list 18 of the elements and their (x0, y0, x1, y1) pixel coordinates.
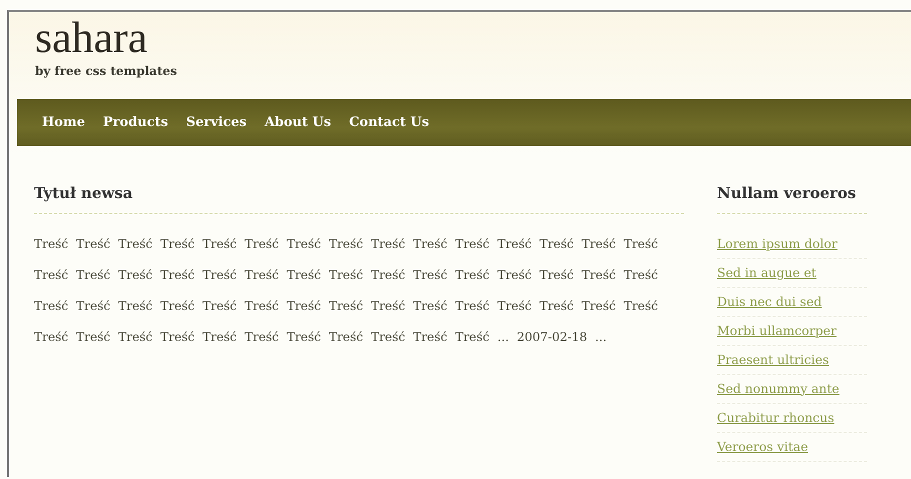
sidebar-link[interactable]: Duis nec dui sed (717, 288, 867, 316)
nav-link[interactable]: Contact Us (340, 112, 438, 132)
sidebar-link[interactable]: Sed in augue et (717, 258, 867, 288)
nav-link[interactable]: Home (33, 112, 94, 132)
site-title: sahara (35, 16, 148, 60)
sidebar-link[interactable]: Sed nonummy ante (717, 374, 867, 404)
sidebar-link[interactable]: Praesent ultricies (717, 346, 867, 374)
sidebar-heading: Nullam veroeros (717, 182, 867, 214)
nav-link[interactable]: Services (177, 112, 256, 132)
sidebar-link[interactable]: Veroeros vitae (717, 432, 867, 462)
nav-link[interactable]: Products (94, 112, 178, 132)
post-title: Tytuł newsa (34, 182, 684, 214)
sidebar-link[interactable]: Curabitur rhoncus (717, 404, 867, 432)
sidebar-link[interactable]: Lorem ipsum dolor (717, 230, 867, 258)
post-body: Treść Treść Treść Treść Treść Treść Treść Treść Treść Treść Treść Treść Treść Treść Treść Treść Treść Treść Treść Treść Treść Treść Treść Treść Treść Treść Treść Treść Treść Treść Treść Treść Treść Treść Treść Treść Treść Treść Treść Treść Treść Treść Treść Treść Treść Treść Treść Treść Treść Treść Treść Treść Treść Treść Treść Treść ... 2007-02-18 ... (34, 236, 659, 346)
nav-link[interactable]: About Us (256, 112, 340, 132)
sidebar-link[interactable]: Morbi ullamcorper (717, 316, 867, 346)
site-tagline: by free css templates (35, 63, 178, 80)
